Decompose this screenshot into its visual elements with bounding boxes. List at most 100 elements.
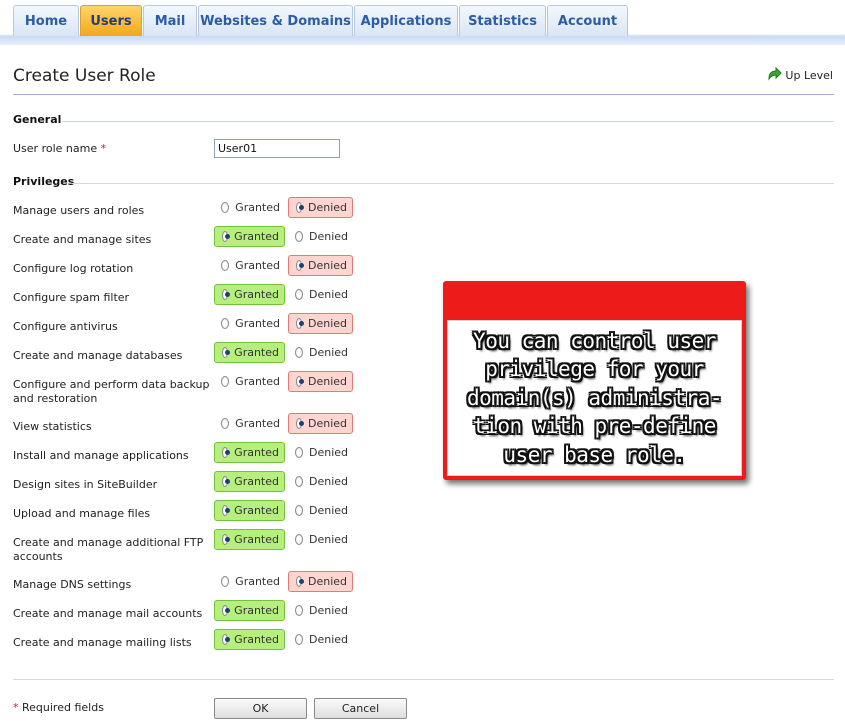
tab-users[interactable]: Users	[80, 5, 142, 36]
denied-label: Denied	[308, 633, 348, 646]
radio-icon	[296, 576, 304, 587]
privilege-label: Create and manage sites	[13, 233, 152, 246]
denied-label: Denied	[307, 375, 347, 388]
granted-radio[interactable]: Granted	[214, 226, 285, 247]
privilege-label: Create and manage mail accounts	[13, 607, 203, 620]
granted-label: Granted	[235, 375, 280, 388]
tab-websites-domains[interactable]: Websites & Domains	[198, 5, 353, 36]
granted-radio[interactable]: Granted	[214, 629, 285, 650]
callout-box: You can control user privilege for your …	[443, 281, 746, 480]
required-mark: *	[100, 142, 107, 155]
radio-icon	[296, 260, 304, 271]
granted-label: Granted	[234, 633, 279, 646]
tab-statistics[interactable]: Statistics	[459, 5, 546, 36]
radio-icon	[295, 505, 303, 516]
granted-label: Granted	[235, 317, 280, 330]
privilege-label: Create and manage databases	[13, 349, 183, 362]
privilege-label: Install and manage applications	[13, 449, 189, 462]
denied-radio[interactable]: Denied	[288, 529, 353, 550]
radio-icon	[222, 447, 231, 458]
granted-label: Granted	[234, 346, 279, 359]
radio-icon	[221, 318, 230, 329]
granted-radio[interactable]: Granted	[214, 255, 285, 276]
privilege-label: Manage users and roles	[13, 204, 145, 217]
denied-radio[interactable]: Denied	[288, 500, 353, 521]
privilege-label: Configure log rotation	[13, 262, 134, 275]
granted-radio[interactable]: Granted	[214, 371, 285, 392]
section-general-divider	[62, 121, 834, 122]
radio-icon	[222, 634, 231, 645]
section-privileges-divider	[72, 183, 834, 184]
radio-icon	[295, 447, 303, 458]
required-mark-footer: *	[13, 701, 19, 714]
up-level-icon	[766, 66, 785, 85]
tab-home[interactable]: Home	[13, 5, 79, 36]
tab-account[interactable]: Account	[547, 5, 628, 36]
up-level-label: Up Level	[785, 69, 833, 82]
tab-mail[interactable]: Mail	[143, 5, 197, 36]
denied-radio[interactable]: Denied	[288, 371, 353, 392]
denied-radio[interactable]: Denied	[288, 284, 353, 305]
denied-label: Denied	[307, 201, 347, 214]
cancel-button[interactable]: Cancel	[314, 698, 407, 719]
privilege-label: Manage DNS settings	[13, 578, 132, 591]
privilege-label: Create and manage mailing lists	[13, 636, 192, 649]
radio-icon	[222, 605, 231, 616]
radio-icon	[295, 534, 303, 545]
privilege-label: Configure and perform data backup and re…	[13, 378, 210, 405]
granted-radio[interactable]: Granted	[214, 284, 285, 305]
denied-radio[interactable]: Denied	[288, 471, 353, 492]
up-level-link[interactable]: Up Level	[766, 66, 833, 85]
denied-radio[interactable]: Denied	[288, 313, 353, 334]
callout-text: You can control user privilege for your …	[447, 320, 742, 476]
denied-radio[interactable]: Denied	[288, 226, 353, 247]
radio-icon	[221, 576, 230, 587]
granted-label: Granted	[234, 288, 279, 301]
radio-icon	[295, 634, 303, 645]
radio-icon	[222, 231, 231, 242]
radio-icon	[295, 605, 303, 616]
denied-label: Denied	[307, 417, 347, 430]
denied-radio[interactable]: Denied	[288, 255, 353, 276]
granted-label: Granted	[234, 604, 279, 617]
ok-button[interactable]: OK	[214, 698, 307, 719]
granted-radio[interactable]: Granted	[214, 313, 285, 334]
granted-radio[interactable]: Granted	[214, 471, 285, 492]
granted-radio[interactable]: Granted	[214, 413, 285, 434]
granted-radio[interactable]: Granted	[214, 342, 285, 363]
denied-radio[interactable]: Denied	[288, 442, 353, 463]
radio-icon	[296, 318, 304, 329]
privilege-label: Create and manage additional FTP account…	[13, 536, 204, 563]
radio-icon	[295, 347, 303, 358]
privilege-label: Configure spam filter	[13, 291, 130, 304]
denied-label: Denied	[308, 288, 348, 301]
role-name-label: User role name *	[13, 142, 106, 155]
title-divider	[13, 94, 834, 95]
granted-radio[interactable]: Granted	[214, 442, 285, 463]
granted-radio[interactable]: Granted	[214, 529, 285, 550]
privilege-label: Upload and manage files	[13, 507, 151, 520]
tab-applications[interactable]: Applications	[354, 5, 458, 36]
denied-radio[interactable]: Denied	[288, 413, 353, 434]
granted-radio[interactable]: Granted	[214, 600, 285, 621]
granted-label: Granted	[234, 446, 279, 459]
radio-icon	[295, 231, 303, 242]
denied-radio[interactable]: Denied	[288, 342, 353, 363]
granted-radio[interactable]: Granted	[214, 500, 285, 521]
granted-label: Granted	[234, 533, 279, 546]
denied-label: Denied	[307, 259, 347, 272]
denied-label: Denied	[308, 533, 348, 546]
privilege-label: View statistics	[13, 420, 92, 433]
granted-radio[interactable]: Granted	[214, 571, 285, 592]
role-name-input[interactable]	[214, 139, 340, 158]
denied-radio[interactable]: Denied	[288, 600, 353, 621]
denied-label: Denied	[308, 504, 348, 517]
denied-radio[interactable]: Denied	[288, 197, 353, 218]
denied-label: Denied	[307, 317, 347, 330]
role-name-label-text: User role name	[13, 142, 98, 155]
radio-icon	[221, 260, 230, 271]
denied-radio[interactable]: Denied	[288, 629, 353, 650]
granted-radio[interactable]: Granted	[214, 197, 285, 218]
denied-radio[interactable]: Denied	[288, 571, 353, 592]
granted-label: Granted	[235, 575, 280, 588]
